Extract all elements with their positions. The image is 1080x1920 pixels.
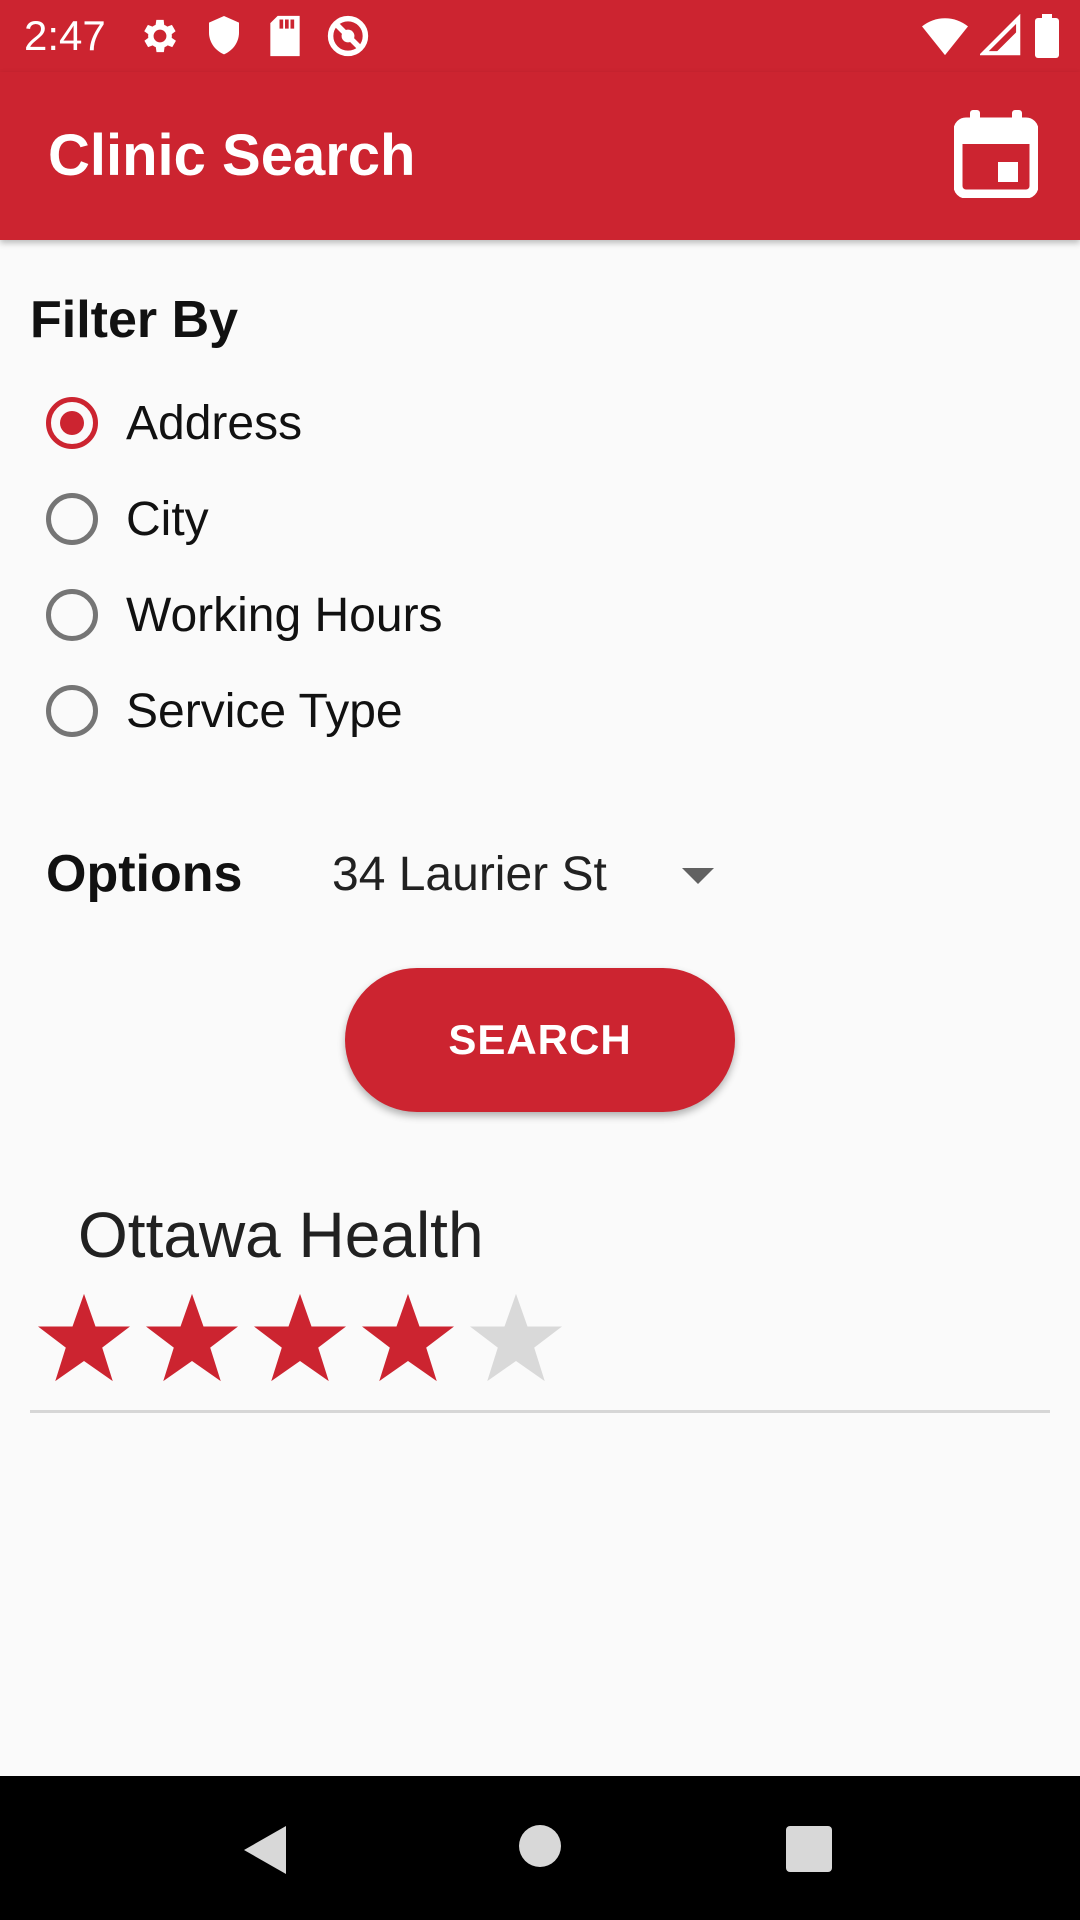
radio-address[interactable]: Address xyxy=(46,388,302,458)
cell-signal-icon xyxy=(980,14,1022,58)
status-time: 2:47 xyxy=(24,12,106,59)
shield-icon xyxy=(204,14,244,58)
recents-icon xyxy=(786,1826,832,1872)
radio-button[interactable] xyxy=(46,493,98,545)
star-filled-icon[interactable] xyxy=(360,1292,456,1384)
gear-icon xyxy=(138,14,182,58)
rating-bar[interactable] xyxy=(36,1292,564,1384)
calendar-button[interactable] xyxy=(953,110,1039,199)
radio-label: Service Type xyxy=(126,684,403,738)
back-icon xyxy=(244,1826,286,1874)
home-button[interactable] xyxy=(518,1824,562,1873)
star-empty-icon[interactable] xyxy=(468,1292,564,1384)
do-not-disturb-icon xyxy=(326,14,370,58)
result-clinic-name[interactable]: Ottawa Health xyxy=(78,1198,484,1272)
divider xyxy=(30,1410,1050,1413)
radio-label: Working Hours xyxy=(126,588,443,642)
dropdown-arrow-icon xyxy=(682,868,714,884)
star-filled-icon[interactable] xyxy=(36,1292,132,1384)
status-bar: 2:47 xyxy=(0,0,1080,72)
star-filled-icon[interactable] xyxy=(144,1292,240,1384)
options-dropdown[interactable]: 34 Laurier St xyxy=(332,840,722,910)
star-filled-icon[interactable] xyxy=(252,1292,348,1384)
radio-button[interactable] xyxy=(46,589,98,641)
calendar-icon xyxy=(953,110,1039,199)
dropdown-selected-value: 34 Laurier St xyxy=(332,848,607,901)
page-title: Clinic Search xyxy=(48,123,416,188)
back-button[interactable] xyxy=(240,1822,290,1883)
search-button[interactable]: SEARCH xyxy=(345,968,735,1112)
navigation-bar xyxy=(0,1776,1080,1920)
radio-button[interactable] xyxy=(46,685,98,737)
app-bar: Clinic Search xyxy=(0,72,1080,240)
sd-card-icon xyxy=(266,14,304,58)
recents-button[interactable] xyxy=(786,1826,832,1877)
radio-label: City xyxy=(126,492,209,546)
radio-label: Address xyxy=(126,396,303,450)
home-icon xyxy=(519,1825,561,1867)
options-label: Options xyxy=(46,845,243,903)
filter-heading: Filter By xyxy=(30,291,239,349)
radio-working-hours[interactable]: Working Hours xyxy=(46,580,443,650)
battery-icon xyxy=(1034,14,1060,58)
radio-service-type[interactable]: Service Type xyxy=(46,676,403,746)
radio-button-checked[interactable] xyxy=(46,397,98,449)
wifi-icon xyxy=(922,14,968,58)
radio-city[interactable]: City xyxy=(46,484,209,554)
